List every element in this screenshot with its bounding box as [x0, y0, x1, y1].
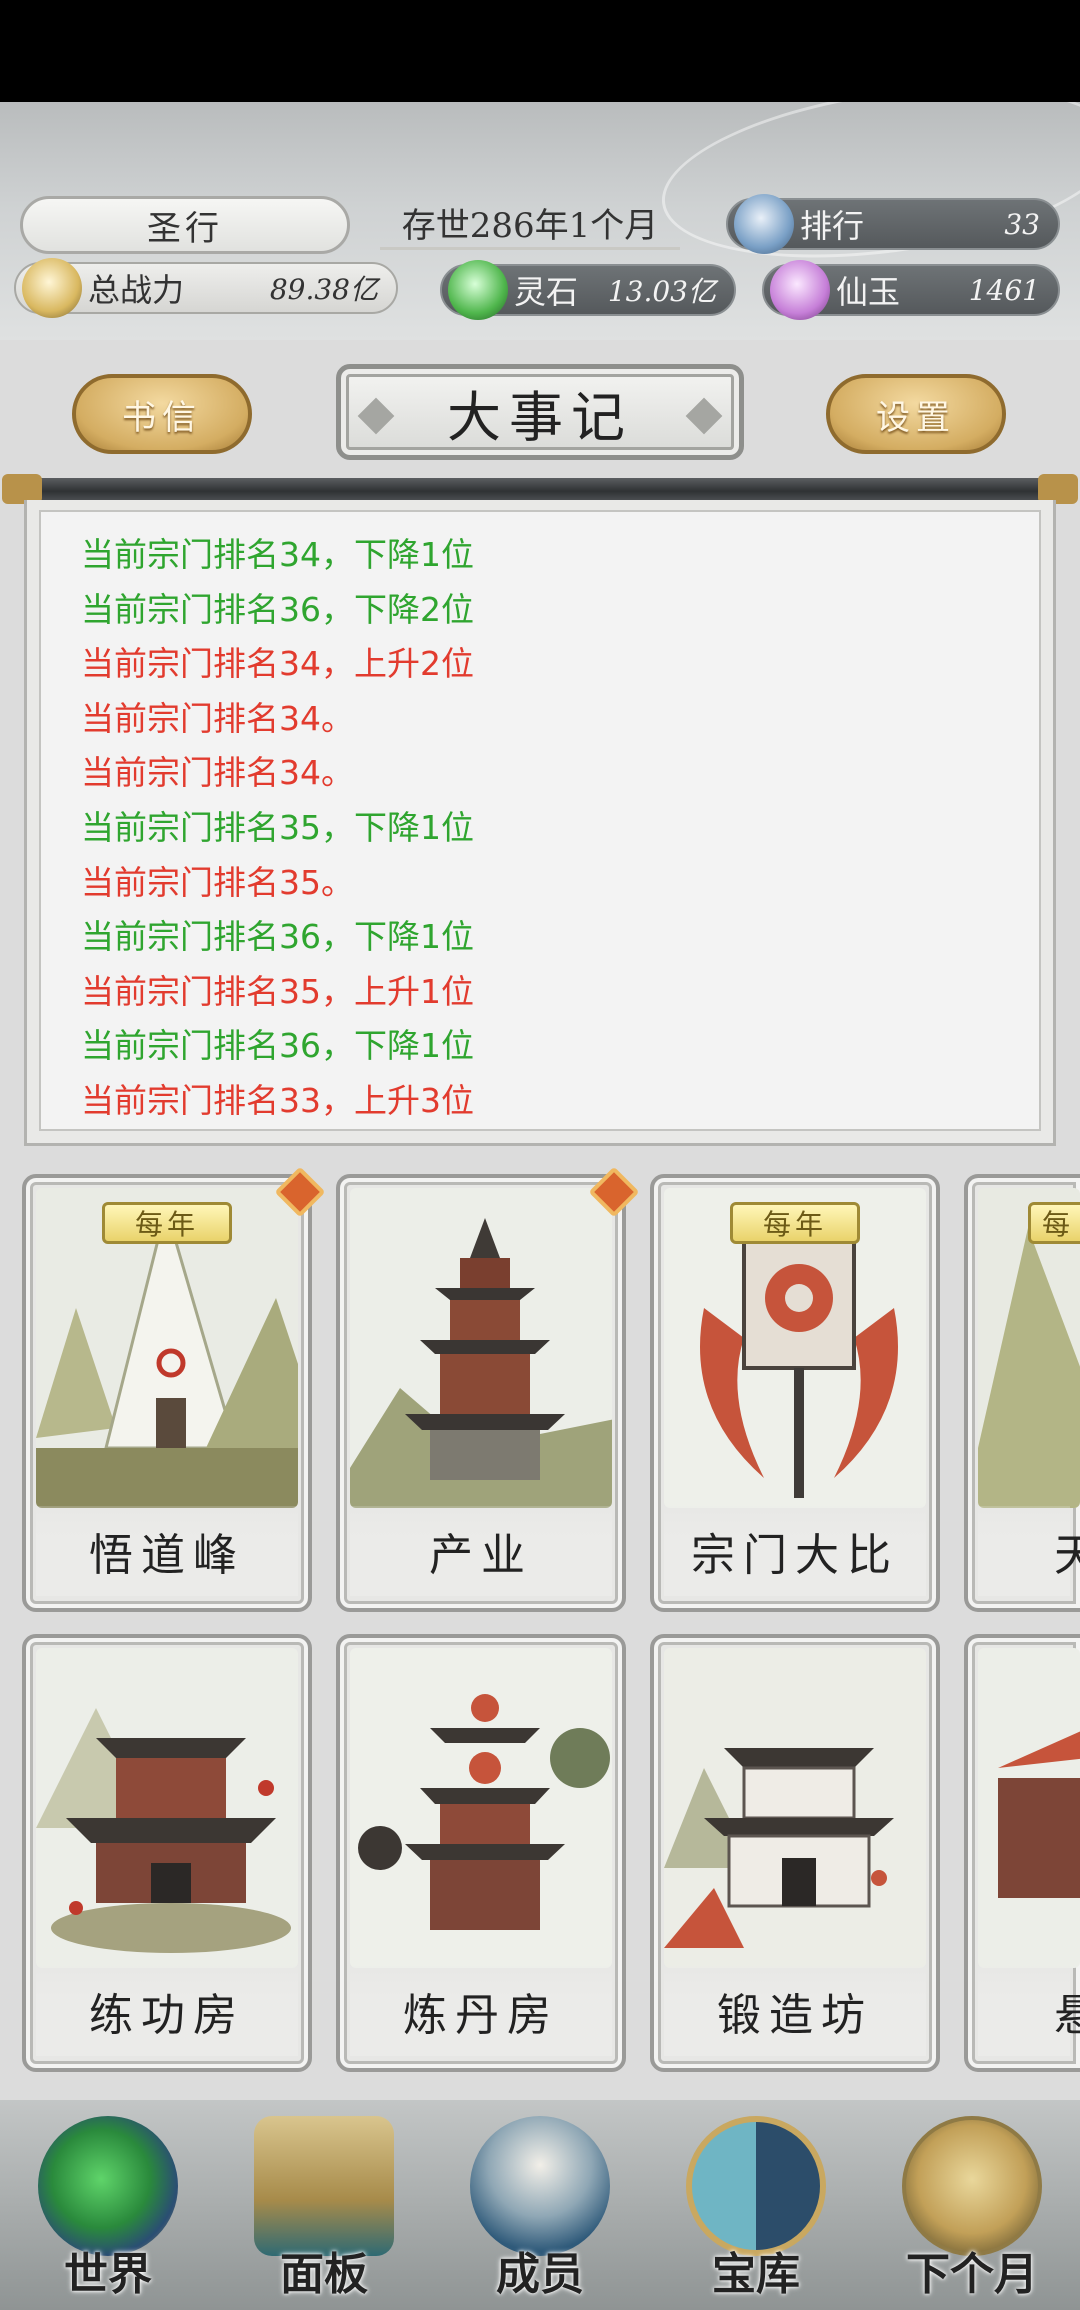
power-pill[interactable]: 总战力 89.38亿 — [14, 258, 398, 318]
top-hud: 圣行 存世286年1个月 排行 33 总战力 89.38亿 灵石 13.03亿 … — [0, 102, 1080, 340]
page-title-text: 大事记 — [447, 385, 633, 449]
spirit-stone-label: 灵石 — [514, 273, 579, 311]
sect-age: 存世286年1个月 — [380, 198, 680, 250]
rank-icon — [734, 194, 794, 254]
building-name: 炼丹房 — [350, 1966, 612, 2056]
nav-next-month[interactable]: 下个月 — [864, 2100, 1080, 2310]
nav-label: 世界 — [64, 2249, 152, 2300]
building-name: 练功房 — [36, 1966, 298, 2056]
power-icon — [22, 258, 82, 318]
nav-label: 宝库 — [712, 2249, 800, 2300]
immortal-jade-label: 仙玉 — [836, 273, 901, 311]
building-name: 悬 — [978, 1966, 1080, 2056]
partial-illustration — [978, 1648, 1080, 1968]
building-name: 宗门大比 — [664, 1506, 926, 1596]
nav-treasury[interactable]: 宝库 — [648, 2100, 864, 2310]
building-card-partial-2[interactable]: 悬 — [964, 1634, 1080, 2072]
immortal-jade-icon — [770, 260, 830, 320]
settings-button[interactable]: 设置 — [826, 374, 1006, 454]
log-entry: 当前宗门排名34，上升2位 — [81, 644, 474, 684]
scroll-icon — [254, 2116, 394, 2256]
event-log-list[interactable]: 当前宗门排名34，下降1位 当前宗门排名36，下降2位 当前宗门排名34，上升2… — [39, 510, 1041, 1131]
nav-members[interactable]: 成员 — [432, 2100, 648, 2310]
log-entry: 当前宗门排名36，下降1位 — [81, 917, 474, 957]
log-entry: 当前宗门排名33，上升3位 — [81, 1080, 474, 1120]
rank-pill[interactable]: 排行 33 — [726, 194, 1060, 254]
building-card-forge[interactable]: 锻造坊 — [650, 1634, 940, 2072]
world-icon — [38, 2116, 178, 2256]
nav-label: 成员 — [496, 2249, 584, 2300]
building-name: 产业 — [350, 1506, 612, 1596]
cloud-swirl-decoration — [651, 102, 1080, 284]
building-card-sect-tournament[interactable]: 每年 宗门大比 — [650, 1174, 940, 1612]
building-name: 锻造坊 — [664, 1966, 926, 2056]
bottom-nav: 世界 面板 成员 宝库 下个月 — [0, 2100, 1080, 2310]
event-log-panel[interactable]: 当前宗门排名34，下降1位 当前宗门排名36，下降2位 当前宗门排名34，上升2… — [24, 500, 1056, 1146]
status-bar — [0, 0, 1080, 102]
yearly-badge: 每年 — [730, 1202, 860, 1244]
rank-value: 33 — [1004, 207, 1040, 241]
log-entry: 当前宗门排名34。 — [81, 753, 354, 793]
treasury-icon — [686, 2116, 826, 2256]
building-card-alchemy-room[interactable]: 炼丹房 — [336, 1634, 626, 2072]
yearly-badge: 每年 — [102, 1202, 232, 1244]
log-entry: 当前宗门排名36，下降1位 — [81, 1026, 474, 1066]
power-label: 总战力 — [88, 271, 185, 309]
scroll-rod — [2, 474, 1078, 504]
plaque-ornament-icon — [357, 397, 395, 435]
training-hall-illustration — [36, 1648, 298, 1968]
spirit-stone-icon — [448, 260, 508, 320]
immortal-jade-pill[interactable]: 仙玉 1461 — [762, 260, 1060, 320]
letters-button[interactable]: 书信 — [72, 374, 252, 454]
nav-world[interactable]: 世界 — [0, 2100, 216, 2310]
immortal-jade-value: 1461 — [968, 273, 1040, 307]
building-name: 悟道峰 — [36, 1506, 298, 1596]
building-name: 天 — [978, 1506, 1080, 1596]
pagoda-illustration — [350, 1188, 612, 1508]
spirit-stone-pill[interactable]: 灵石 13.03亿 — [440, 260, 736, 320]
spirit-stone-value: 13.03亿 — [607, 275, 716, 308]
rank-label: 排行 — [800, 207, 865, 245]
building-card-wudao-peak[interactable]: 每年 悟道峰 — [22, 1174, 312, 1612]
forge-illustration — [664, 1648, 926, 1968]
plaque-ornament-icon — [685, 397, 723, 435]
building-card-industry[interactable]: 产业 — [336, 1174, 626, 1612]
log-entry: 当前宗门排名34。 — [81, 698, 354, 738]
log-entry: 当前宗门排名35，下降1位 — [81, 807, 474, 847]
yearly-badge: 每 — [1028, 1202, 1080, 1244]
page-title: 大事记 — [336, 364, 744, 460]
building-card-training-room[interactable]: 练功房 — [22, 1634, 312, 2072]
log-entry: 当前宗门排名34，下降1位 — [81, 535, 474, 574]
member-icon — [470, 2116, 610, 2256]
next-month-icon — [902, 2116, 1042, 2256]
toolbar: 书信 大事记 设置 — [0, 340, 1080, 480]
nav-label: 下个月 — [906, 2249, 1038, 2300]
building-card-partial[interactable]: 每 天 — [964, 1174, 1080, 1612]
power-value: 89.38亿 — [269, 273, 378, 306]
nav-panel[interactable]: 面板 — [216, 2100, 432, 2310]
log-entry: 当前宗门排名35，上升1位 — [81, 971, 474, 1011]
log-entry: 当前宗门排名35。 — [81, 862, 354, 902]
alchemy-tower-illustration — [350, 1648, 612, 1968]
sect-name: 圣行 — [20, 196, 350, 254]
nav-label: 面板 — [280, 2249, 368, 2300]
log-entry: 当前宗门排名36，下降2位 — [81, 589, 474, 629]
